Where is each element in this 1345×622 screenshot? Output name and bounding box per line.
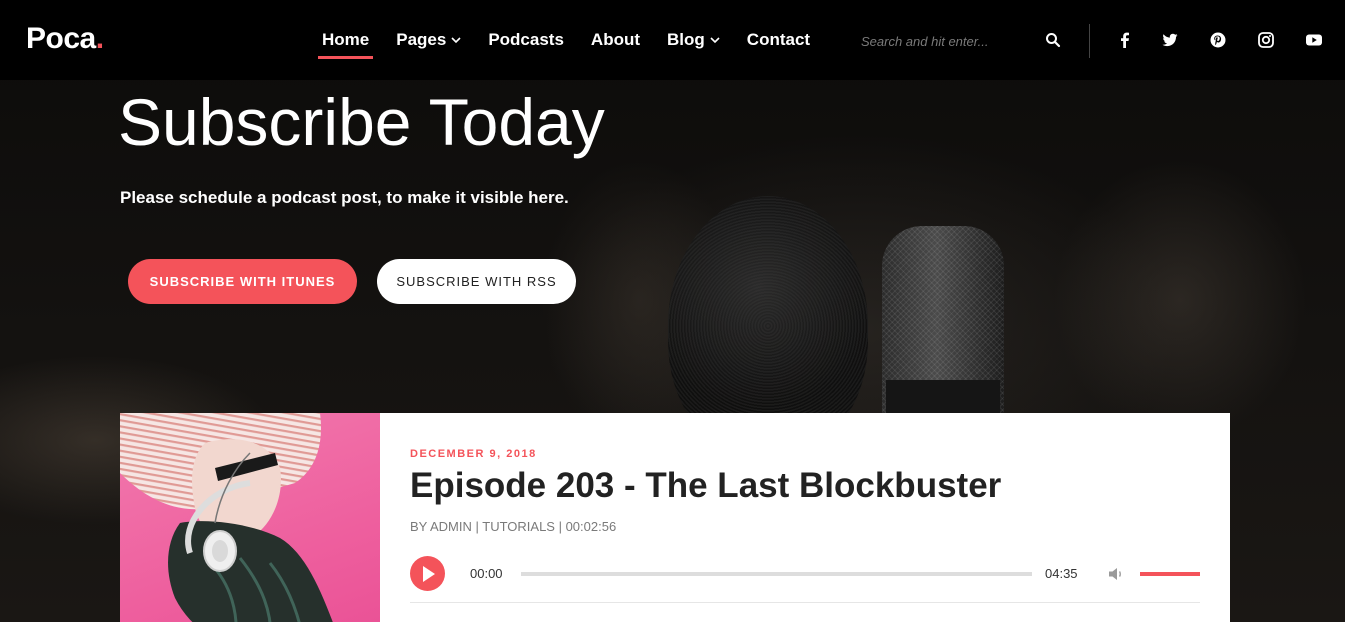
main-nav: Home Pages Podcasts About Blog Contact [317,30,837,59]
current-time: 00:00 [470,566,503,581]
nav-contact[interactable]: Contact [747,30,810,50]
nav-pages[interactable]: Pages [396,30,461,50]
search-icon[interactable] [1045,32,1061,48]
pinterest-icon[interactable] [1209,31,1227,49]
youtube-icon[interactable] [1305,31,1323,49]
facebook-icon[interactable] [1116,31,1134,49]
search-input[interactable] [861,30,1061,52]
chevron-down-icon [451,37,461,44]
play-button[interactable] [410,556,445,591]
hero-title: Subscribe Today [118,85,605,159]
woman-with-headphones-image [120,413,333,622]
volume-fill [1140,572,1200,576]
instagram-icon[interactable] [1257,31,1275,49]
nav-podcasts[interactable]: Podcasts [488,30,564,50]
twitter-icon[interactable] [1161,31,1179,49]
episode-thumbnail[interactable] [120,413,380,622]
nav-label: Home [322,30,370,49]
episode-card: DECEMBER 9, 2018 Episode 203 - The Last … [120,413,1230,622]
nav-label: About [590,30,641,49]
episode-date: DECEMBER 9, 2018 [410,448,537,460]
nav-label: Podcasts [488,30,564,49]
chevron-down-icon [710,37,720,44]
volume-icon[interactable] [1107,566,1125,582]
nav-blog[interactable]: Blog [667,30,720,50]
header-divider [1089,24,1090,58]
nav-label: Contact [746,30,811,49]
subscribe-itunes-button[interactable]: SUBSCRIBE WITH ITUNES [128,259,357,304]
logo-text: Poca [26,22,96,55]
episode-details: DECEMBER 9, 2018 Episode 203 - The Last … [410,413,1200,622]
nav-label: Blog [667,30,705,49]
audio-player: 00:00 04:35 [410,556,1200,592]
duration-time: 04:35 [1045,566,1078,581]
hero-subtitle: Please schedule a podcast post, to make … [120,188,569,207]
nav-label: Pages [396,30,447,49]
card-divider [410,602,1200,603]
episode-meta: BY ADMIN | TUTORIALS | 00:02:56 [410,519,617,534]
nav-home[interactable]: Home [317,30,374,59]
site-logo[interactable]: Poca. [26,22,104,56]
episode-title[interactable]: Episode 203 - The Last Blockbuster [410,466,1001,506]
subscribe-rss-button[interactable]: SUBSCRIBE WITH RSS [377,259,576,304]
logo-dot: . [95,22,104,55]
progress-bar[interactable] [521,572,1032,576]
nav-about[interactable]: About [591,30,640,50]
volume-slider[interactable] [1140,572,1200,576]
site-header: Poca. Home Pages Podcasts About Blog Con… [0,0,1345,80]
